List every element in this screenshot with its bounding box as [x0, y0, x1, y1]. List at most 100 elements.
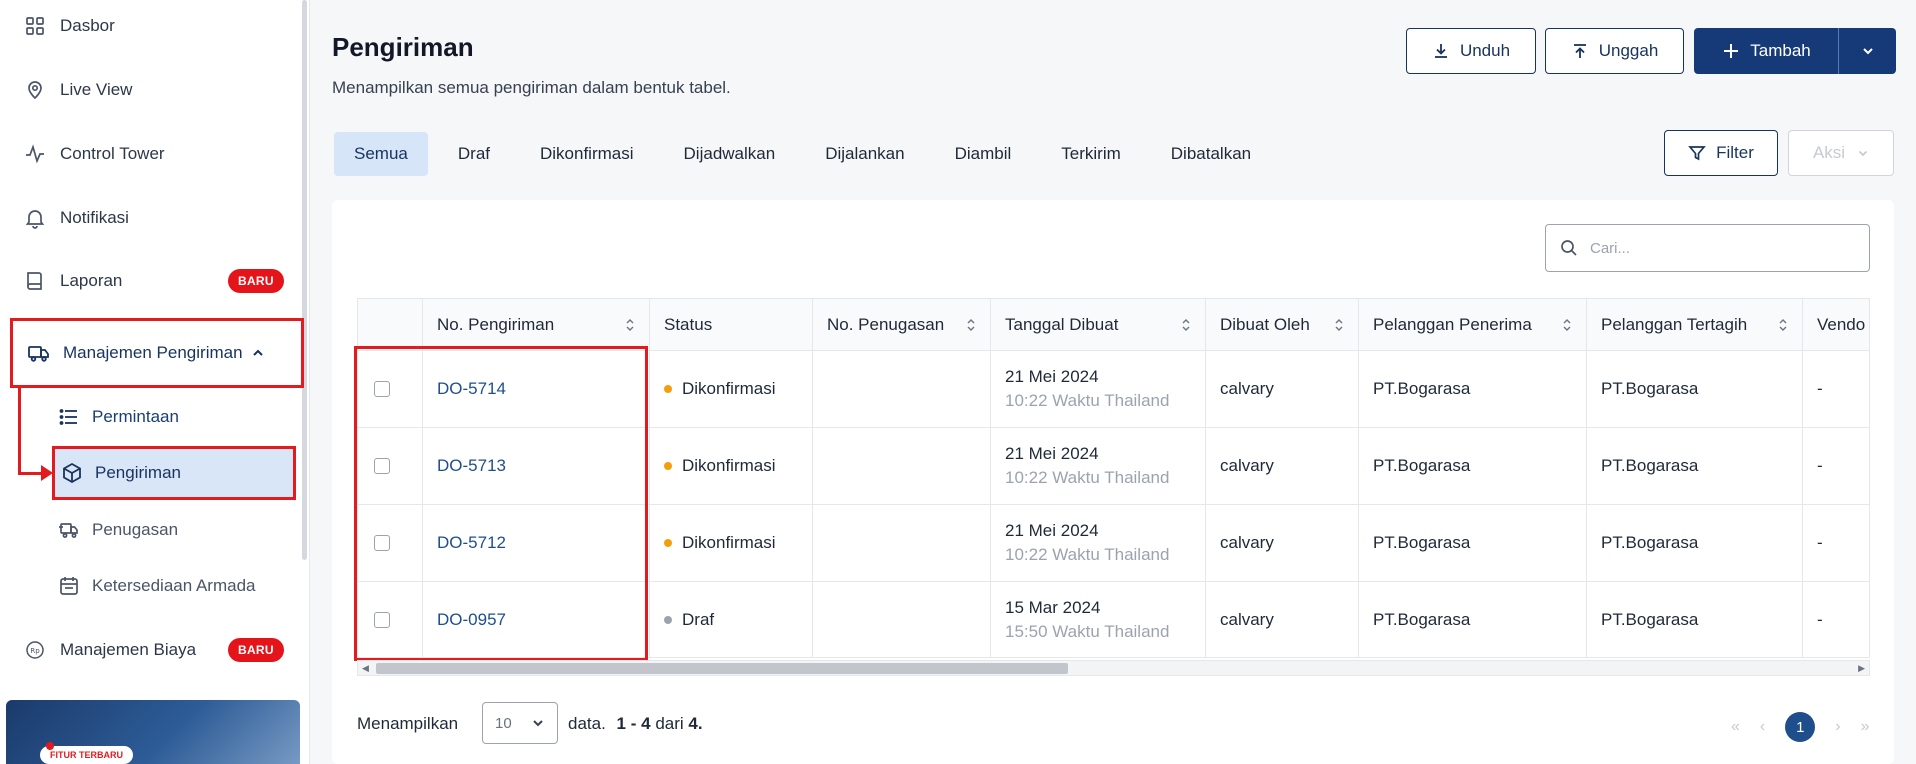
sidebar-sub-item-penugasan[interactable]: Penugasan	[58, 510, 178, 550]
filter-button[interactable]: Filter	[1664, 130, 1778, 176]
vendor-cell: -	[1803, 428, 1869, 505]
sort-icon[interactable]	[1562, 318, 1572, 332]
tab-dijalankan[interactable]: Dijalankan	[805, 132, 924, 176]
sidebar-sub-item-label: Ketersediaan Armada	[92, 576, 256, 595]
horizontal-scrollbar[interactable]: ◀ ▶	[357, 660, 1870, 676]
status-cell: Dikonfirmasi	[650, 505, 813, 582]
created-by-cell: calvary	[1206, 428, 1359, 505]
column-header: Vendo	[1803, 299, 1869, 351]
tab-draf[interactable]: Draf	[438, 132, 510, 176]
filter-label: Filter	[1716, 143, 1754, 162]
sidebar-sub-item-ketersediaan-armada[interactable]: Ketersediaan Armada	[58, 566, 256, 606]
scroll-left-icon[interactable]: ◀	[362, 663, 369, 674]
sidebar-sub-item-pengiriman[interactable]: Pengiriman	[52, 446, 296, 500]
sidebar-item-control-tower[interactable]: Control Tower	[24, 134, 165, 174]
showing-label: Menampilkan	[357, 714, 459, 733]
column-header[interactable]: No. Penugasan	[813, 299, 991, 351]
status-label: Draf	[682, 610, 715, 629]
tab-dijadwalkan[interactable]: Dijadwalkan	[664, 132, 796, 176]
sidebar: Dasbor Live View Control Tower Notifikas…	[0, 0, 310, 764]
tambah-dropdown-button[interactable]	[1838, 28, 1896, 74]
last-page-icon[interactable]: »	[1861, 718, 1870, 736]
search-input[interactable]	[1590, 239, 1850, 257]
shipment-number-link[interactable]: DO-5713	[423, 428, 650, 505]
scroll-right-icon[interactable]: ▶	[1858, 663, 1865, 674]
column-label: Pelanggan Tertagih	[1601, 314, 1748, 334]
sidebar-item-dasbor[interactable]: Dasbor	[24, 6, 115, 46]
sort-icon[interactable]	[625, 318, 635, 332]
tab-dikonfirmasi[interactable]: Dikonfirmasi	[520, 132, 654, 176]
status-label: Dikonfirmasi	[682, 379, 776, 398]
created-date-cell: 15 Mar 2024 15:50 Waktu Thailand	[991, 582, 1206, 657]
sort-icon[interactable]	[1334, 318, 1344, 332]
billed-customer-cell: PT.Bogarasa	[1587, 428, 1803, 505]
column-header[interactable]: No. Pengiriman	[423, 299, 650, 351]
tab-terkirim[interactable]: Terkirim	[1041, 132, 1141, 176]
sidebar-item-notifikasi[interactable]: Notifikasi	[24, 198, 129, 238]
tab-diambil[interactable]: Diambil	[935, 132, 1032, 176]
row-checkbox[interactable]	[374, 458, 390, 474]
page-size-select[interactable]: 10	[482, 702, 558, 744]
aksi-button[interactable]: Aksi	[1788, 130, 1894, 176]
of-label: dari	[655, 714, 684, 733]
plus-icon	[1722, 42, 1740, 60]
column-label: Status	[664, 314, 713, 334]
sidebar-sub-item-label: Permintaan	[92, 407, 179, 426]
created-by-cell: calvary	[1206, 582, 1359, 657]
status-tabs: Semua Draf Dikonfirmasi Dijadwalkan Dija…	[334, 132, 1281, 176]
sidebar-item-live-view[interactable]: Live View	[24, 70, 132, 110]
billed-customer-cell: PT.Bogarasa	[1587, 505, 1803, 582]
page-title: Pengiriman	[332, 32, 474, 62]
column-label: No. Pengiriman	[437, 314, 555, 334]
pagination: « ‹ 1 › »	[1731, 712, 1869, 742]
column-header[interactable]: Tanggal Dibuat	[991, 299, 1206, 351]
row-checkbox[interactable]	[374, 381, 390, 397]
sidebar-group-manajemen-pengiriman[interactable]: Manajemen Pengiriman	[10, 318, 304, 388]
column-header[interactable]: Pelanggan Penerima	[1359, 299, 1587, 351]
column-header[interactable]: Dibuat Oleh	[1206, 299, 1359, 351]
column-label: No. Penugasan	[827, 314, 945, 334]
shipment-number-link[interactable]: DO-5712	[423, 505, 650, 582]
row-select-cell	[358, 582, 423, 657]
scrollbar-thumb[interactable]	[376, 663, 1068, 674]
sidebar-scrollbar[interactable]	[302, 0, 307, 560]
row-select-cell	[358, 428, 423, 505]
sort-icon[interactable]	[966, 318, 976, 332]
tambah-button[interactable]: Tambah	[1694, 28, 1839, 74]
search-box[interactable]	[1545, 224, 1870, 272]
prev-page-icon[interactable]: ‹	[1760, 718, 1765, 736]
shipment-number-link[interactable]: DO-0957	[423, 582, 650, 657]
sidebar-item-manajemen-biaya[interactable]: Rp Manajemen Biaya	[24, 630, 196, 670]
receiver-cell: PT.Bogarasa	[1359, 351, 1587, 428]
tab-semua[interactable]: Semua	[334, 132, 428, 176]
column-header[interactable]: Pelanggan Tertagih	[1587, 299, 1803, 351]
unggah-button[interactable]: Unggah	[1545, 28, 1684, 74]
status-cell: Draf	[650, 582, 813, 657]
sidebar-item-laporan[interactable]: Laporan	[24, 261, 122, 301]
row-checkbox[interactable]	[374, 612, 390, 628]
bell-icon	[24, 207, 46, 229]
created-time: 10:22 Waktu Thailand	[1005, 468, 1170, 487]
shipment-number-link[interactable]: DO-5714	[423, 351, 650, 428]
list-icon	[58, 406, 80, 428]
status-dot	[664, 462, 672, 470]
created-date-cell: 21 Mei 2024 10:22 Waktu Thailand	[991, 428, 1206, 505]
sort-icon[interactable]	[1181, 318, 1191, 332]
sort-icon[interactable]	[1778, 318, 1788, 332]
next-page-icon[interactable]: ›	[1835, 718, 1840, 736]
page-number[interactable]: 1	[1785, 712, 1816, 742]
unduh-button[interactable]: Unduh	[1406, 28, 1536, 74]
unduh-label: Unduh	[1459, 41, 1511, 60]
promo-banner[interactable]: FITUR TERBARU	[6, 700, 300, 764]
page-size-value: 10	[495, 714, 512, 732]
location-icon	[24, 79, 46, 101]
tab-dibatalkan[interactable]: Dibatalkan	[1151, 132, 1271, 176]
first-page-icon[interactable]: «	[1731, 718, 1740, 736]
status-label: Dikonfirmasi	[682, 533, 776, 552]
vendor-cell: -	[1803, 351, 1869, 428]
box-icon	[61, 462, 83, 484]
promo-dot	[46, 742, 54, 750]
sidebar-sub-item-permintaan[interactable]: Permintaan	[58, 397, 179, 437]
row-checkbox[interactable]	[374, 535, 390, 551]
sidebar-sub-item-label: Pengiriman	[95, 463, 181, 482]
